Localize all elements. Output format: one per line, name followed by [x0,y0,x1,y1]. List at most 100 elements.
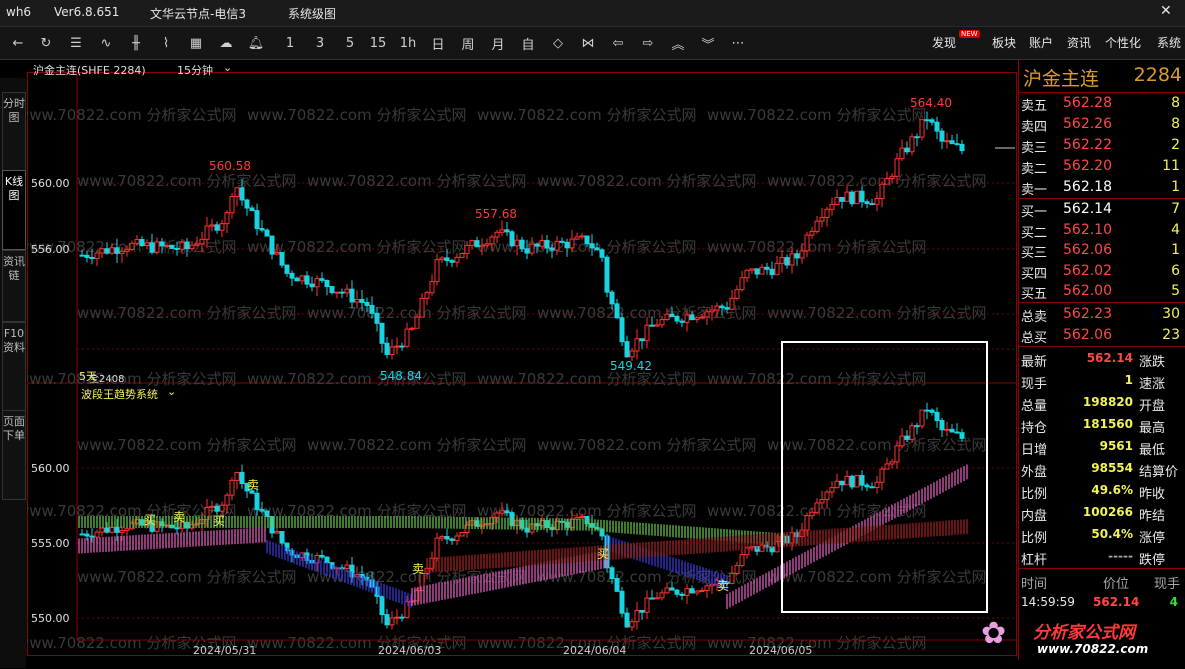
period-month[interactable]: 月 [488,32,508,54]
right-icon[interactable]: ⇨ [638,32,658,54]
candle-body [254,210,260,230]
period-3[interactable]: 3 [310,32,330,54]
total-row-price: 562.06 [1063,327,1112,343]
bell-icon[interactable]: 🔔︎ [246,32,266,54]
period-5[interactable]: 5 [340,32,360,54]
kline-chart-area[interactable]: www.70822.com 分析家公式网 www.70822.com 分析家公式网… [17,60,1018,660]
candle-body [364,301,370,306]
kline-chart[interactable]: www.70822.com 分析家公式网 www.70822.com 分析家公式网… [17,60,1018,660]
candle-body [104,248,110,254]
nav-account[interactable]: 账户 [1029,34,1053,51]
indicator-name[interactable]: 波段王趋势系统 [81,386,158,402]
tick-chart-icon[interactable]: ⌇ [156,32,176,54]
candle-body [529,243,535,254]
candle-body [149,242,155,253]
total-row-volume: 30 [1162,306,1180,322]
period-1h[interactable]: 1h [398,32,418,54]
down-icon[interactable]: ︾ [698,32,718,54]
up-icon[interactable]: ︽ [668,32,688,54]
ask-row: 卖四 562.26 8 [1019,115,1185,135]
candle-body [949,140,955,145]
candle-body [134,238,140,244]
candle-body [544,239,550,249]
candle-body [184,241,190,250]
candle-body [904,435,910,440]
line-chart-icon[interactable]: ∿ [96,32,116,54]
candle-body [909,136,915,153]
candle-body [659,592,665,599]
nav-discover[interactable]: 发现 [932,34,956,51]
watermark-text: www.70822.com 分析家公式网 [767,436,987,454]
tab-kline[interactable]: K线图 [2,170,26,250]
candle-body [329,286,335,294]
stat-label-right: 结算价 [1139,465,1179,480]
ticks-header: 时间 价位 现手 [1019,572,1185,592]
nav-sector[interactable]: 板块 [992,34,1016,51]
period-day[interactable]: 日 [428,32,448,54]
candlestick-icon[interactable]: ╫ [126,32,146,54]
nav-news[interactable]: 资讯 [1067,34,1091,51]
shrink-icon[interactable]: ⋈ [578,32,598,54]
candle-body [344,564,350,569]
server-menu[interactable]: 文华云节点-电信3 [150,5,246,22]
candle-body [229,195,235,214]
left-icon[interactable]: ⇦ [608,32,628,54]
close-icon[interactable]: ✕ [1160,3,1172,19]
calculator-icon[interactable]: ▦ [186,32,206,54]
more-icon[interactable]: ⋯ [728,32,748,54]
candle-body [299,275,305,282]
candle-body [929,409,935,413]
expand-icon[interactable]: ◇ [548,32,568,54]
stat-label: 外盘 [1021,465,1048,480]
stat-label-right: 涨跌 [1139,355,1166,370]
candle-body [689,314,695,321]
candle-body [779,257,785,264]
nav-system[interactable]: 系统 [1157,34,1181,51]
system-menu[interactable]: 系统级图 [288,5,336,22]
candle-body [729,572,735,584]
candle-body [194,243,200,246]
logo-text: 分析家公式网 [1033,623,1135,643]
candle-body [494,231,500,238]
watermark-text: www.70822.com 分析家公式网 [707,106,927,124]
bid-row-volume: 7 [1171,201,1180,217]
tab-news-chain[interactable]: 资讯链 [2,250,26,322]
nav-personalize[interactable]: 个性化 [1105,34,1141,51]
period-custom[interactable]: 自 [518,32,538,54]
stat-row: 比例 50.4% 涨停 [1019,525,1185,547]
tab-order[interactable]: 页面下单 [2,410,26,500]
ask-row: 卖二 562.20 11 [1019,157,1185,177]
candle-body [859,475,865,486]
candle-body [169,245,175,249]
period-week[interactable]: 周 [458,32,478,54]
period-15[interactable]: 15 [368,32,388,54]
candle-body [694,590,700,594]
candle-body [864,484,870,488]
refresh-icon[interactable]: ↻ [36,32,56,54]
period-selector[interactable]: 15分钟 [177,62,213,78]
candle-body [654,324,660,327]
period-1[interactable]: 1 [280,32,300,54]
stat-label: 内盘 [1021,509,1048,524]
candle-body [789,253,795,266]
candle-body [739,554,745,567]
candle-body [704,585,710,592]
chevron-down-icon[interactable]: ⌄ [223,61,232,74]
list-icon[interactable]: ☰ [66,32,86,54]
candle-body [594,247,600,251]
candle-body [579,515,585,518]
candle-body [924,409,930,412]
tab-timeshare[interactable]: 分时图 [2,92,26,172]
candle-body [784,257,790,266]
cloud-icon[interactable]: ☁ [216,32,236,54]
bid-row-price: 562.06 [1063,242,1112,258]
candle-body [274,531,280,534]
indicator-chevron-icon[interactable]: ⌄ [167,385,176,398]
ask-row-volume: 1 [1171,179,1180,195]
candle-body [674,316,680,322]
quote-code: 2284 [1133,64,1182,86]
tab-f10[interactable]: F10资料 [2,322,26,412]
candle-body [294,277,300,282]
candle-body [424,292,430,299]
back-arrow-icon[interactable]: ← [8,32,28,54]
